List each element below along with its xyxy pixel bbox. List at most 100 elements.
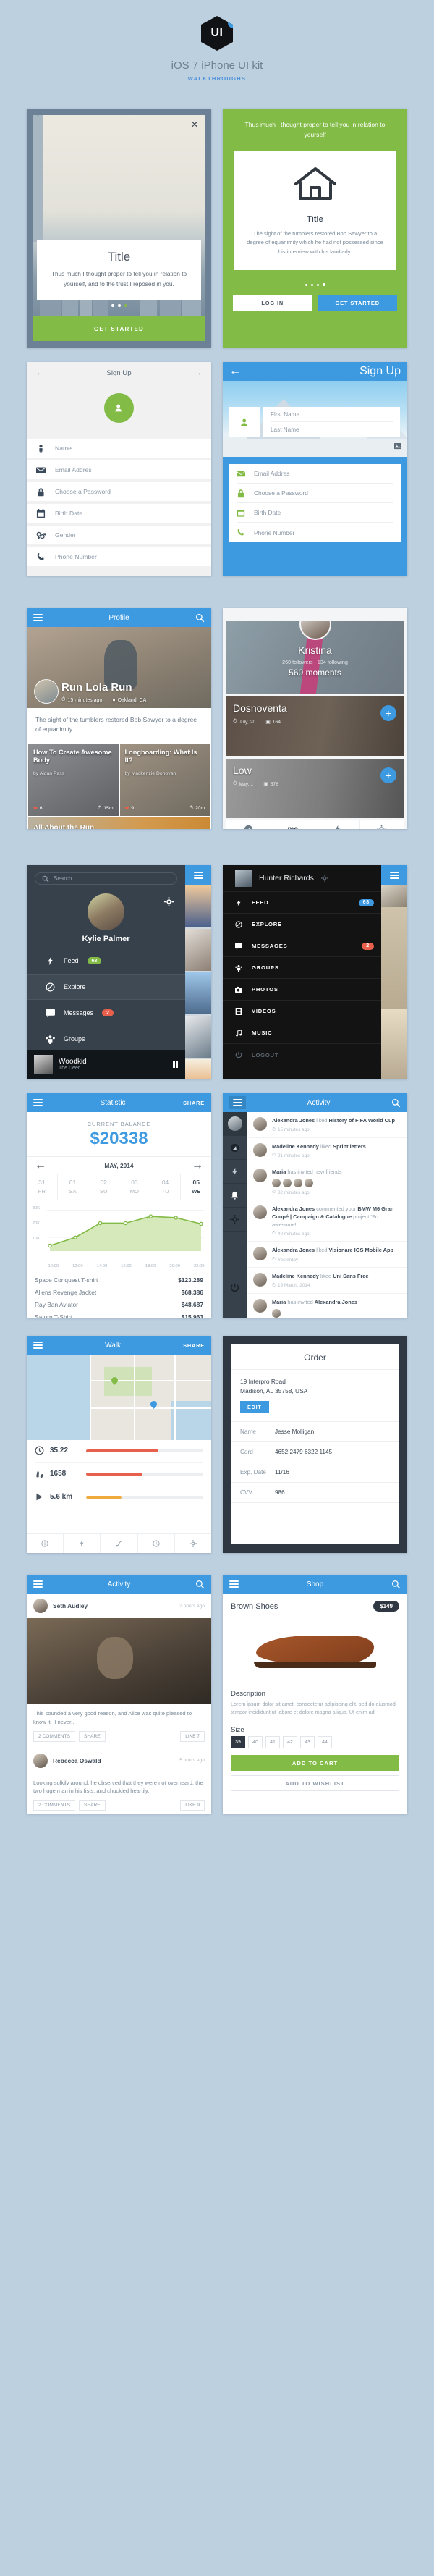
add-photo-button[interactable] bbox=[229, 407, 260, 437]
moment-row[interactable]: Dosnoventa ⏱ July, 20 ▣ 164 + bbox=[226, 696, 404, 756]
field-email[interactable]: Email Addres bbox=[237, 464, 393, 484]
menu-item-videos[interactable]: VIDEOS bbox=[223, 1001, 381, 1022]
day-cell[interactable]: 02 SU bbox=[88, 1174, 120, 1200]
day-cell[interactable]: 04 TU bbox=[150, 1174, 182, 1200]
tab-settings[interactable] bbox=[360, 820, 404, 829]
menu-item-explore[interactable]: Explore bbox=[27, 974, 185, 1000]
peek-panel[interactable] bbox=[381, 865, 407, 1079]
rail-explore[interactable] bbox=[223, 1136, 247, 1160]
like-button[interactable]: LIKE 7 bbox=[180, 1730, 205, 1742]
field-phone[interactable]: Phone Number bbox=[237, 523, 393, 542]
size-option[interactable]: 40 bbox=[248, 1736, 263, 1749]
size-option[interactable]: 42 bbox=[283, 1736, 297, 1749]
add-to-wishlist-button[interactable]: ADD TO WISHLIST bbox=[231, 1775, 399, 1792]
hamburger-icon[interactable] bbox=[193, 872, 203, 879]
tab-history[interactable] bbox=[138, 1534, 175, 1553]
like-button[interactable]: LIKE 9 bbox=[180, 1800, 205, 1811]
forward-arrow-icon[interactable]: → bbox=[195, 369, 202, 377]
tab-feed[interactable] bbox=[315, 820, 360, 829]
peek-panel[interactable] bbox=[185, 865, 211, 1079]
rail-settings[interactable] bbox=[223, 1208, 247, 1232]
menu-item-groups[interactable]: GROUPS bbox=[223, 957, 381, 979]
menu-item-groups[interactable]: Groups bbox=[27, 1026, 185, 1052]
search-icon[interactable] bbox=[391, 1098, 401, 1108]
article-tile[interactable]: How To Create Awesome Body by Aidan Pass… bbox=[28, 743, 119, 816]
add-button[interactable]: + bbox=[380, 767, 396, 783]
edit-button[interactable]: EDIT bbox=[240, 1401, 269, 1414]
moment-row[interactable]: Low ⏱ May, 1 ▣ 578 + bbox=[226, 759, 404, 818]
comments-button[interactable]: 2 COMMENTS bbox=[33, 1730, 75, 1742]
activity-item[interactable]: Maria has invited Alexandra Jones ⏱16 Ma… bbox=[247, 1294, 407, 1318]
rail-avatar[interactable] bbox=[223, 1112, 247, 1136]
hamburger-icon[interactable] bbox=[389, 872, 399, 879]
add-photo-button[interactable] bbox=[104, 393, 134, 423]
search-input[interactable]: Search bbox=[35, 872, 177, 885]
music-player[interactable]: Woodkid The Deer bbox=[27, 1050, 185, 1079]
get-started-button[interactable]: GET STARTED bbox=[33, 316, 205, 341]
article-tile[interactable]: Longboarding: What Is It? by Mackenzie D… bbox=[119, 743, 210, 816]
size-option[interactable]: 39 bbox=[231, 1736, 245, 1749]
menu-item-feed[interactable]: Feed 68 bbox=[27, 948, 185, 974]
search-icon[interactable] bbox=[195, 613, 205, 623]
hamburger-icon[interactable] bbox=[229, 1580, 239, 1588]
gear-icon[interactable] bbox=[320, 875, 328, 882]
comments-button[interactable]: 2 COMMENTS bbox=[33, 1800, 75, 1811]
field-phone[interactable]: Phone Number bbox=[27, 547, 211, 566]
search-icon[interactable] bbox=[391, 1580, 401, 1589]
rail-notifications[interactable] bbox=[223, 1184, 247, 1208]
field-birthdate[interactable]: Birth Date bbox=[27, 504, 211, 523]
hamburger-icon[interactable] bbox=[33, 614, 43, 621]
activity-item[interactable]: Alexandra Jones liked History of FIFA Wo… bbox=[247, 1112, 407, 1138]
add-button[interactable]: + bbox=[380, 705, 396, 721]
share-button[interactable]: SHARE bbox=[78, 1800, 106, 1811]
rail-feed[interactable] bbox=[223, 1160, 247, 1184]
field-password[interactable]: Choose a Password bbox=[237, 484, 393, 503]
menu-item-logout[interactable]: LOGOUT bbox=[223, 1044, 381, 1066]
first-name-input[interactable]: First Name bbox=[271, 407, 393, 422]
search-icon[interactable] bbox=[195, 1580, 205, 1589]
field-password[interactable]: Choose a Password bbox=[27, 482, 211, 501]
tab-me[interactable]: me bbox=[271, 820, 315, 829]
size-option[interactable]: 43 bbox=[300, 1736, 315, 1749]
day-cell[interactable]: 03 MO bbox=[119, 1174, 150, 1200]
tab-feed[interactable] bbox=[64, 1534, 101, 1553]
activity-item[interactable]: Madeline Kennedy liked Uni Sans Free ⏱ 19… bbox=[247, 1268, 407, 1294]
login-button[interactable]: LOG IN bbox=[233, 295, 312, 311]
size-option[interactable]: 44 bbox=[318, 1736, 332, 1749]
back-arrow-icon[interactable]: ← bbox=[36, 369, 43, 377]
day-cell[interactable]: 31 FR bbox=[27, 1174, 58, 1200]
field-name[interactable]: Name bbox=[27, 439, 211, 458]
hamburger-icon[interactable] bbox=[229, 1096, 246, 1109]
menu-item-messages[interactable]: Messages 2 bbox=[27, 1000, 185, 1026]
rail-logout[interactable] bbox=[223, 1232, 247, 1300]
field-birthdate[interactable]: Birth Date bbox=[237, 503, 393, 523]
close-icon[interactable]: ✕ bbox=[191, 119, 198, 130]
last-name-input[interactable]: Last Name bbox=[271, 422, 393, 437]
map[interactable] bbox=[27, 1355, 211, 1440]
tab-info[interactable] bbox=[27, 1534, 64, 1553]
field-gender[interactable]: Gender bbox=[27, 526, 211, 544]
activity-item[interactable]: Alexandra Jones liked Visionare IOS Mobi… bbox=[247, 1242, 407, 1268]
menu-item-feed[interactable]: FEED 68 bbox=[223, 892, 381, 914]
activity-item[interactable]: Alexandra Jones commented your BMW M6 Gr… bbox=[247, 1200, 407, 1242]
tab-explore[interactable] bbox=[226, 820, 271, 829]
pause-icon[interactable] bbox=[173, 1061, 178, 1068]
back-arrow-icon[interactable]: ← bbox=[229, 365, 241, 378]
day-cell[interactable]: 01 SA bbox=[58, 1174, 89, 1200]
get-started-button[interactable]: GET STARTED bbox=[318, 295, 397, 311]
menu-item-explore[interactable]: EXPLORE bbox=[223, 914, 381, 935]
prev-month-button[interactable]: ← bbox=[35, 1159, 46, 1172]
image-icon[interactable] bbox=[394, 440, 401, 453]
field-email[interactable]: Email Addres bbox=[27, 460, 211, 479]
add-to-cart-button[interactable]: ADD TO CART bbox=[231, 1755, 399, 1772]
share-button[interactable]: SHARE bbox=[183, 1342, 205, 1349]
hamburger-icon[interactable] bbox=[33, 1099, 43, 1106]
size-option[interactable]: 41 bbox=[265, 1736, 280, 1749]
pager-dots[interactable] bbox=[33, 298, 205, 311]
share-button[interactable]: SHARE bbox=[183, 1100, 205, 1106]
activity-item[interactable]: Madeline Kennedy liked Sprint letters ⏱ 2… bbox=[247, 1138, 407, 1164]
tab-route[interactable] bbox=[101, 1534, 138, 1553]
gear-icon[interactable] bbox=[164, 897, 174, 910]
next-month-button[interactable]: → bbox=[192, 1159, 203, 1172]
menu-item-photos[interactable]: PHOTOS bbox=[223, 979, 381, 1001]
